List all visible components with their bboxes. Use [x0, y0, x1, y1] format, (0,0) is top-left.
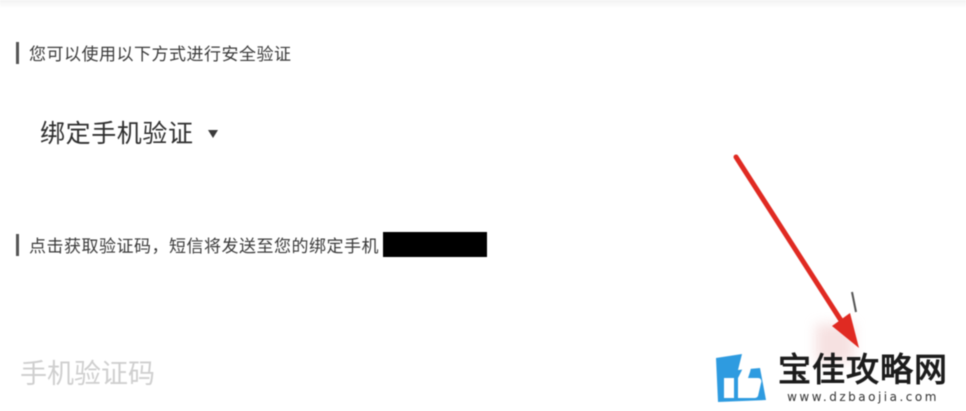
section-marker-bar	[16, 233, 19, 256]
watermark-site-name: 宝佳攻略网	[778, 350, 948, 389]
sms-hint-text: 点击获取验证码，短信将发送至您的绑定手机	[29, 237, 379, 257]
watermark-text: 宝佳攻略网 www.dzbaojia.com	[778, 350, 948, 404]
sms-code-input[interactable]	[20, 352, 700, 396]
verify-method-hint: 您可以使用以下方式进行安全验证	[16, 40, 292, 65]
redacted-phone-number	[383, 232, 487, 257]
verify-method-selected-label: 绑定手机验证	[40, 119, 194, 148]
caret-down-icon	[207, 130, 218, 138]
top-divider	[0, 0, 966, 8]
section-marker-bar	[16, 41, 19, 64]
thumbs-up-logo-icon	[716, 354, 766, 402]
site-watermark: 宝佳攻略网 www.dzbaojia.com	[712, 346, 962, 408]
verify-method-dropdown[interactable]: 绑定手机验证	[40, 114, 218, 150]
security-verification-page: 您可以使用以下方式进行安全验证 绑定手机验证 点击获取验证码，短信将发送至您的绑…	[0, 0, 966, 411]
sms-hint: 点击获取验证码，短信将发送至您的绑定手机	[16, 232, 487, 257]
verify-method-hint-text: 您可以使用以下方式进行安全验证	[29, 45, 292, 65]
watermark-site-domain: www.dzbaojia.com	[787, 390, 939, 404]
